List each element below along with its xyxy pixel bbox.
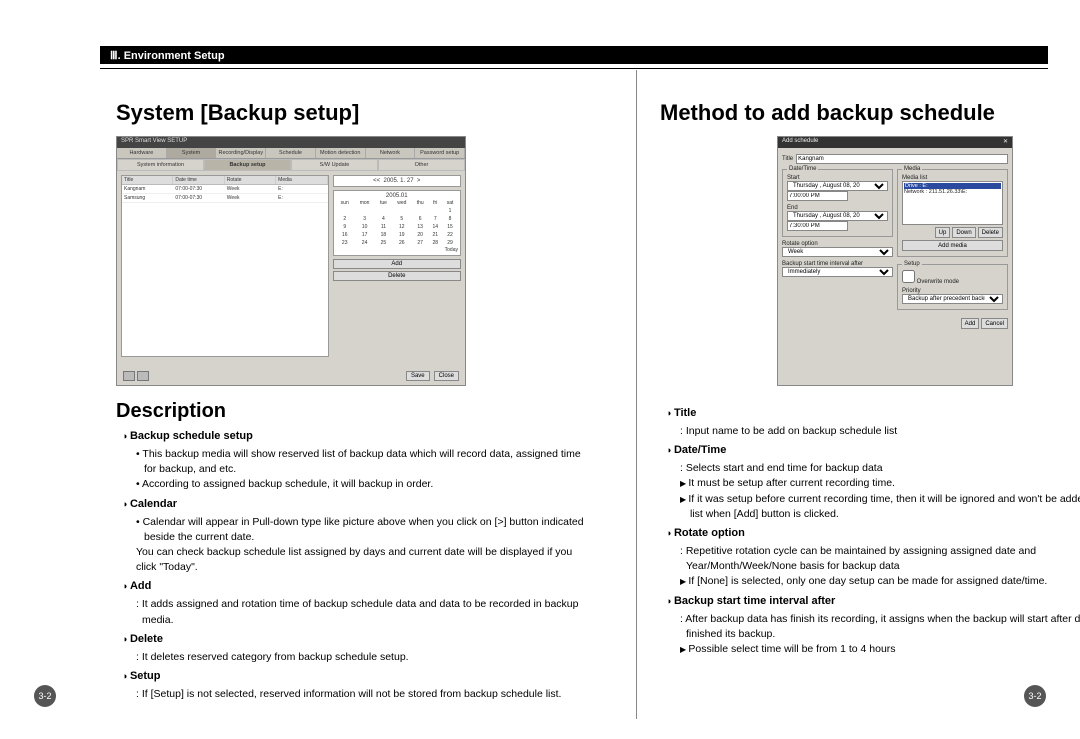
col-rotate: Rotate (225, 176, 276, 184)
title-input[interactable] (796, 154, 1008, 164)
chapter-header: Ⅲ. Environment Setup (100, 46, 1048, 64)
calendar-table: sunmontuewedthufrisat 1 2345678 91011121… (336, 199, 458, 247)
desc-text: If [None] is selected, only one day setu… (680, 574, 1080, 589)
calendar-today[interactable]: Today (336, 247, 458, 253)
end-time-input[interactable] (787, 221, 848, 231)
tab-recording[interactable]: Recording/Display (216, 148, 266, 158)
desc-text: If it was setup before current recording… (680, 492, 1080, 522)
r-interval-h: Backup start time interval after (666, 594, 1080, 610)
add-media-button[interactable]: Add media (902, 240, 1003, 251)
shot2-titlebar: Add schedule ✕ (778, 137, 1012, 148)
left-description: Backup schedule setup This backup media … (116, 429, 586, 702)
header-rule (100, 68, 1048, 69)
backup-setup-screenshot: SPR Smart View SETUP Hardware System Rec… (116, 136, 466, 386)
desc-text: If [Setup] is not selected, reserved inf… (136, 687, 586, 702)
subtab-swupdate[interactable]: S/W Update (291, 159, 378, 171)
tab-network[interactable]: Network (366, 148, 416, 158)
desc-text: Selects start and end time for backup da… (680, 461, 1080, 476)
delete-button[interactable]: Delete (333, 271, 461, 281)
desc-text: It adds assigned and rotation time of ba… (136, 597, 586, 627)
desc-text: After backup data has finish its recordi… (680, 612, 1080, 642)
close-icon[interactable]: ✕ (1003, 138, 1008, 147)
start-date-select[interactable]: Thursday , August 08, 20 (787, 181, 888, 191)
desc-text: Possible select time will be from 1 to 4… (680, 642, 1080, 657)
list-row[interactable]: Samsung 07:00-07:30 Week E: (122, 194, 328, 203)
tab-hardware[interactable]: Hardware (117, 148, 167, 158)
backup-list: Title Date time Rotate Media Kangnam 07:… (121, 175, 329, 357)
overwrite-checkbox[interactable]: Overwrite mode (902, 279, 959, 285)
close-button[interactable]: Close (434, 371, 459, 381)
dialog-cancel-button[interactable]: Cancel (981, 318, 1008, 329)
r-title-h: Title (666, 406, 1080, 422)
list-row[interactable]: Kangnam 07:00-07:30 Week E: (122, 185, 328, 194)
left-column: System [Backup setup] SPR Smart View SET… (116, 100, 586, 699)
desc-text: Repetitive rotation cycle can be maintai… (680, 544, 1080, 574)
add-button[interactable]: Add (333, 259, 461, 269)
footer-icon[interactable] (123, 371, 135, 381)
desc-backup-h: Backup schedule setup (122, 429, 586, 445)
priority-select[interactable]: Backup after precedent backup (902, 294, 1003, 304)
col-title: Title (122, 176, 173, 184)
shot1-subtabs: System information Backup setup S/W Upda… (117, 159, 465, 171)
footer-icon[interactable] (137, 371, 149, 381)
desc-add-h: Add (122, 579, 586, 595)
save-button[interactable]: Save (406, 371, 430, 381)
interval-select[interactable]: Immediately (782, 267, 893, 277)
desc-calendar-h: Calendar (122, 497, 586, 513)
start-time-input[interactable] (787, 191, 848, 201)
media-item[interactable]: Network : 211.51.26.33\E: (904, 189, 1001, 195)
tab-schedule[interactable]: Schedule (266, 148, 316, 158)
right-column: Method to add backup schedule Add schedu… (660, 100, 1080, 699)
page-number-left: 3-2 (34, 685, 56, 707)
add-schedule-screenshot: Add schedule ✕ Title Date/Time Start Thu… (777, 136, 1013, 386)
right-description: Title Input name to be add on backup sch… (660, 406, 1080, 657)
delete-media-button[interactable]: Delete (978, 227, 1003, 238)
desc-text: It deletes reserved category from backup… (136, 650, 586, 665)
subtab-backup[interactable]: Backup setup (204, 159, 291, 171)
dialog-add-button[interactable]: Add (961, 318, 980, 329)
calendar-nav[interactable]: << 2005. 1. 27 > (333, 175, 461, 187)
setup-fieldset: Setup Overwrite mode Priority Backup aft… (897, 261, 1008, 310)
chapter-label: Ⅲ. Environment Setup (110, 49, 225, 62)
up-button[interactable]: Up (935, 227, 951, 238)
left-title: System [Backup setup] (116, 100, 586, 126)
description-heading: Description (116, 400, 586, 423)
shot1-titlebar: SPR Smart View SETUP (117, 137, 465, 148)
desc-text: It must be setup after current recording… (680, 476, 1080, 491)
calendar-grid: 2005.01 sunmontuewedthufrisat 1 2345678 … (333, 190, 461, 256)
r-datetime-h: Date/Time (666, 443, 1080, 459)
datetime-fieldset: Date/Time Start Thursday , August 08, 20… (782, 166, 893, 237)
desc-text: You can check backup schedule list assig… (136, 545, 586, 575)
column-divider (636, 70, 637, 719)
desc-text: Calendar will appear in Pull-down type l… (136, 515, 586, 545)
desc-text: This backup media will show reserved lis… (136, 447, 586, 477)
rotate-select[interactable]: Week (782, 247, 893, 257)
right-title: Method to add backup schedule (660, 100, 1080, 126)
r-rotate-h: Rotate option (666, 526, 1080, 542)
media-fieldset: Media Media list Drive : E: Network : 21… (897, 166, 1008, 257)
desc-text: Input name to be add on backup schedule … (680, 424, 1080, 439)
desc-delete-h: Delete (122, 632, 586, 648)
subtab-sysinfo[interactable]: System information (117, 159, 204, 171)
down-button[interactable]: Down (952, 227, 975, 238)
tab-system[interactable]: System (167, 148, 217, 158)
end-date-select[interactable]: Thursday , August 08, 20 (787, 211, 888, 221)
subtab-other[interactable]: Other (378, 159, 465, 171)
desc-text: According to assigned backup schedule, i… (136, 477, 586, 492)
title-label: Title (782, 156, 793, 162)
desc-setup-h: Setup (122, 669, 586, 685)
shot1-tabs: Hardware System Recording/Display Schedu… (117, 148, 465, 159)
col-media: Media (276, 176, 327, 184)
calendar-panel: << 2005. 1. 27 > 2005.01 sunmontuewedthu… (333, 175, 461, 357)
shot1-footer-icons (123, 371, 149, 381)
tab-password[interactable]: Password setup (415, 148, 465, 158)
col-datetime: Date time (173, 176, 224, 184)
tab-motion[interactable]: Motion detection (316, 148, 366, 158)
media-list[interactable]: Drive : E: Network : 211.51.26.33\E: (902, 181, 1003, 225)
